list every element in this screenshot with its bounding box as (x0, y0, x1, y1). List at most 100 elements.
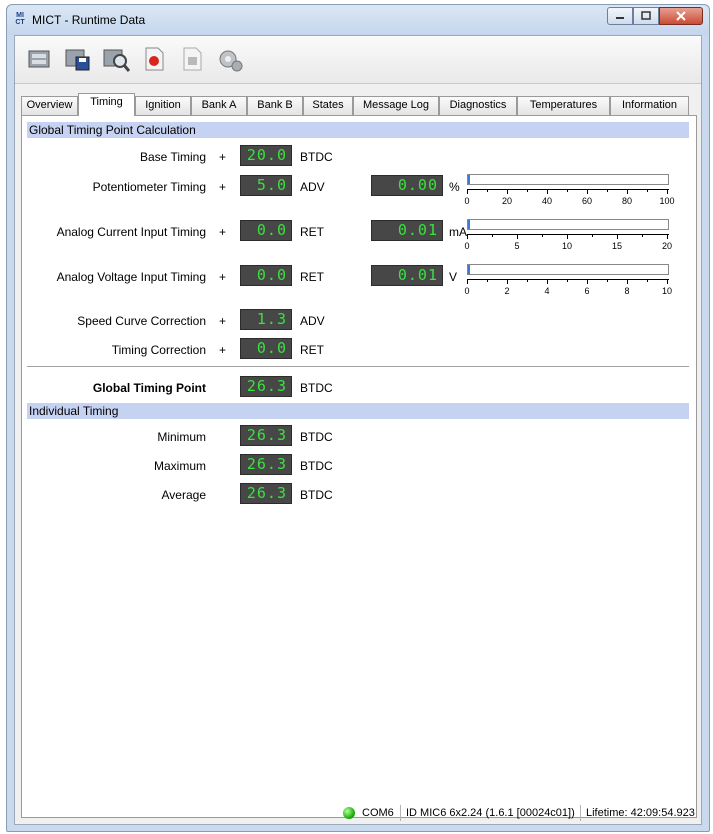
percent-scale-major-tick (587, 189, 588, 194)
tab-bank-b[interactable]: Bank B (247, 96, 303, 115)
voltage-scale-minor-tick (567, 279, 568, 282)
record-button[interactable] (139, 44, 169, 74)
tab-states[interactable]: States (303, 96, 353, 115)
minimize-button[interactable] (607, 7, 633, 25)
status-separator (400, 805, 401, 821)
maximize-button[interactable] (633, 7, 659, 25)
analog-voltage-timing-unit: RET (300, 270, 324, 284)
global-timing-header: Global Timing Point Calculation (27, 122, 689, 138)
potentiometer-level-bar (467, 174, 669, 185)
current-scale-major-tick (617, 234, 618, 239)
voltage-scale: 0 2 4 6 8 10 (464, 277, 672, 301)
tab-bank-a[interactable]: Bank A (191, 96, 247, 115)
maximum-display: 26.3 (240, 454, 292, 475)
status-bar: COM6 ID MIC6 6x2.24 (1.6.1 [00024c01]) L… (15, 804, 701, 824)
voltage-scale-axis-line (467, 279, 669, 280)
timing-correction-unit: RET (300, 343, 324, 357)
voltage-scale-minor-tick (607, 279, 608, 282)
tab-timing[interactable]: Timing (78, 93, 135, 116)
potentiometer-timing-label: Potentiometer Timing (92, 180, 206, 194)
save-icon (65, 49, 90, 71)
inspect-icon (103, 49, 130, 72)
percent-scale-major-tick (467, 189, 468, 194)
percent-scale-minor-tick (607, 189, 608, 192)
tab-message-log[interactable]: Message Log (353, 96, 439, 115)
current-scale-minor-tick (542, 234, 543, 237)
close-button[interactable] (659, 7, 703, 25)
current-level-fill (468, 220, 470, 229)
percent-scale-major-tick (667, 189, 668, 194)
potentiometer-timing-unit: ADV (300, 180, 325, 194)
current-scale-major-tick (667, 234, 668, 239)
individual-timing-header: Individual Timing (27, 403, 689, 419)
current-scale-major-tick (567, 234, 568, 239)
percent-scale-major-tick (507, 189, 508, 194)
voltage-level-bar (467, 264, 669, 275)
title-bar[interactable]: MI CT MICT - Runtime Data (7, 5, 709, 35)
average-unit: BTDC (300, 488, 333, 502)
average-display: 26.3 (240, 483, 292, 504)
voltage-scale-major-tick (627, 279, 628, 284)
tab-ignition[interactable]: Ignition (135, 96, 191, 115)
app-logo-icon: MI CT (15, 12, 25, 26)
app-window: MI CT MICT - Runtime Data Overview Timin… (6, 4, 710, 832)
plus-sign: + (219, 180, 227, 194)
percent-scale-tick-label: 0 (464, 196, 470, 206)
plus-sign: + (219, 343, 227, 357)
tab-information[interactable]: Information (610, 96, 689, 115)
percent-scale-major-tick (547, 189, 548, 194)
analog-voltage-timing-label: Analog Voltage Input Timing (56, 270, 206, 284)
record-icon (145, 47, 164, 71)
minimum-display: 26.3 (240, 425, 292, 446)
analog-current-timing-label: Analog Current Input Timing (56, 225, 206, 239)
global-timing-point-label: Global Timing Point (92, 381, 206, 395)
minimize-icon (616, 17, 624, 19)
potentiometer-timing-display: 5.0 (240, 175, 292, 196)
current-scale-tick-label: 5 (514, 241, 520, 251)
voltage-scale-minor-tick (527, 279, 528, 282)
speed-curve-correction-display: 1.3 (240, 309, 292, 330)
voltage-scale-tick-label: 6 (584, 286, 590, 296)
global-timing-point-unit: BTDC (300, 381, 333, 395)
lifetime-status: Lifetime: 42:09:54.923 (586, 807, 695, 819)
speed-curve-correction-label: Speed Curve Correction (77, 314, 206, 328)
minimum-label: Minimum (157, 430, 206, 444)
voltage-scale-major-tick (507, 279, 508, 284)
maximum-unit: BTDC (300, 459, 333, 473)
voltage-scale-tick-label: 0 (464, 286, 470, 296)
connection-status-led-icon (343, 807, 355, 819)
voltage-scale-tick-label: 2 (504, 286, 510, 296)
potentiometer-level-fill (468, 175, 470, 184)
analog-voltage-input-unit: V (449, 270, 458, 284)
current-scale-minor-tick (592, 234, 593, 237)
current-scale-major-tick (517, 234, 518, 239)
voltage-scale-major-tick (547, 279, 548, 284)
current-scale-minor-tick (492, 234, 493, 237)
settings-button[interactable] (215, 44, 245, 74)
voltage-scale-tick-label: 8 (624, 286, 630, 296)
tab-temperatures[interactable]: Temperatures (517, 96, 610, 115)
percent-scale-minor-tick (647, 189, 648, 192)
current-scale-major-tick (467, 234, 468, 239)
com-port-status: COM6 (362, 807, 394, 819)
maximum-label: Maximum (153, 459, 206, 473)
device-id-status: ID MIC6 6x2.24 (1.6.1 [00024c01]) (406, 807, 575, 819)
connect-button[interactable] (25, 44, 55, 74)
settings-icon (219, 50, 243, 72)
current-scale-tick-label: 20 (661, 241, 673, 251)
save-button[interactable] (63, 44, 93, 74)
percent-scale-tick-label: 80 (621, 196, 633, 206)
plus-sign: + (219, 270, 227, 284)
tab-overview[interactable]: Overview (21, 96, 78, 115)
potentiometer-input-display: 0.00 (371, 175, 443, 196)
speed-curve-correction-unit: ADV (300, 314, 325, 328)
plus-sign: + (219, 225, 227, 239)
average-label: Average (161, 488, 206, 502)
stop-button[interactable] (177, 44, 207, 74)
current-level-bar (467, 219, 669, 230)
global-timing-point-display: 26.3 (240, 376, 292, 397)
current-scale-axis-line (467, 234, 669, 235)
percent-scale-minor-tick (527, 189, 528, 192)
inspect-button[interactable] (101, 44, 131, 74)
tab-diagnostics[interactable]: Diagnostics (439, 96, 517, 115)
